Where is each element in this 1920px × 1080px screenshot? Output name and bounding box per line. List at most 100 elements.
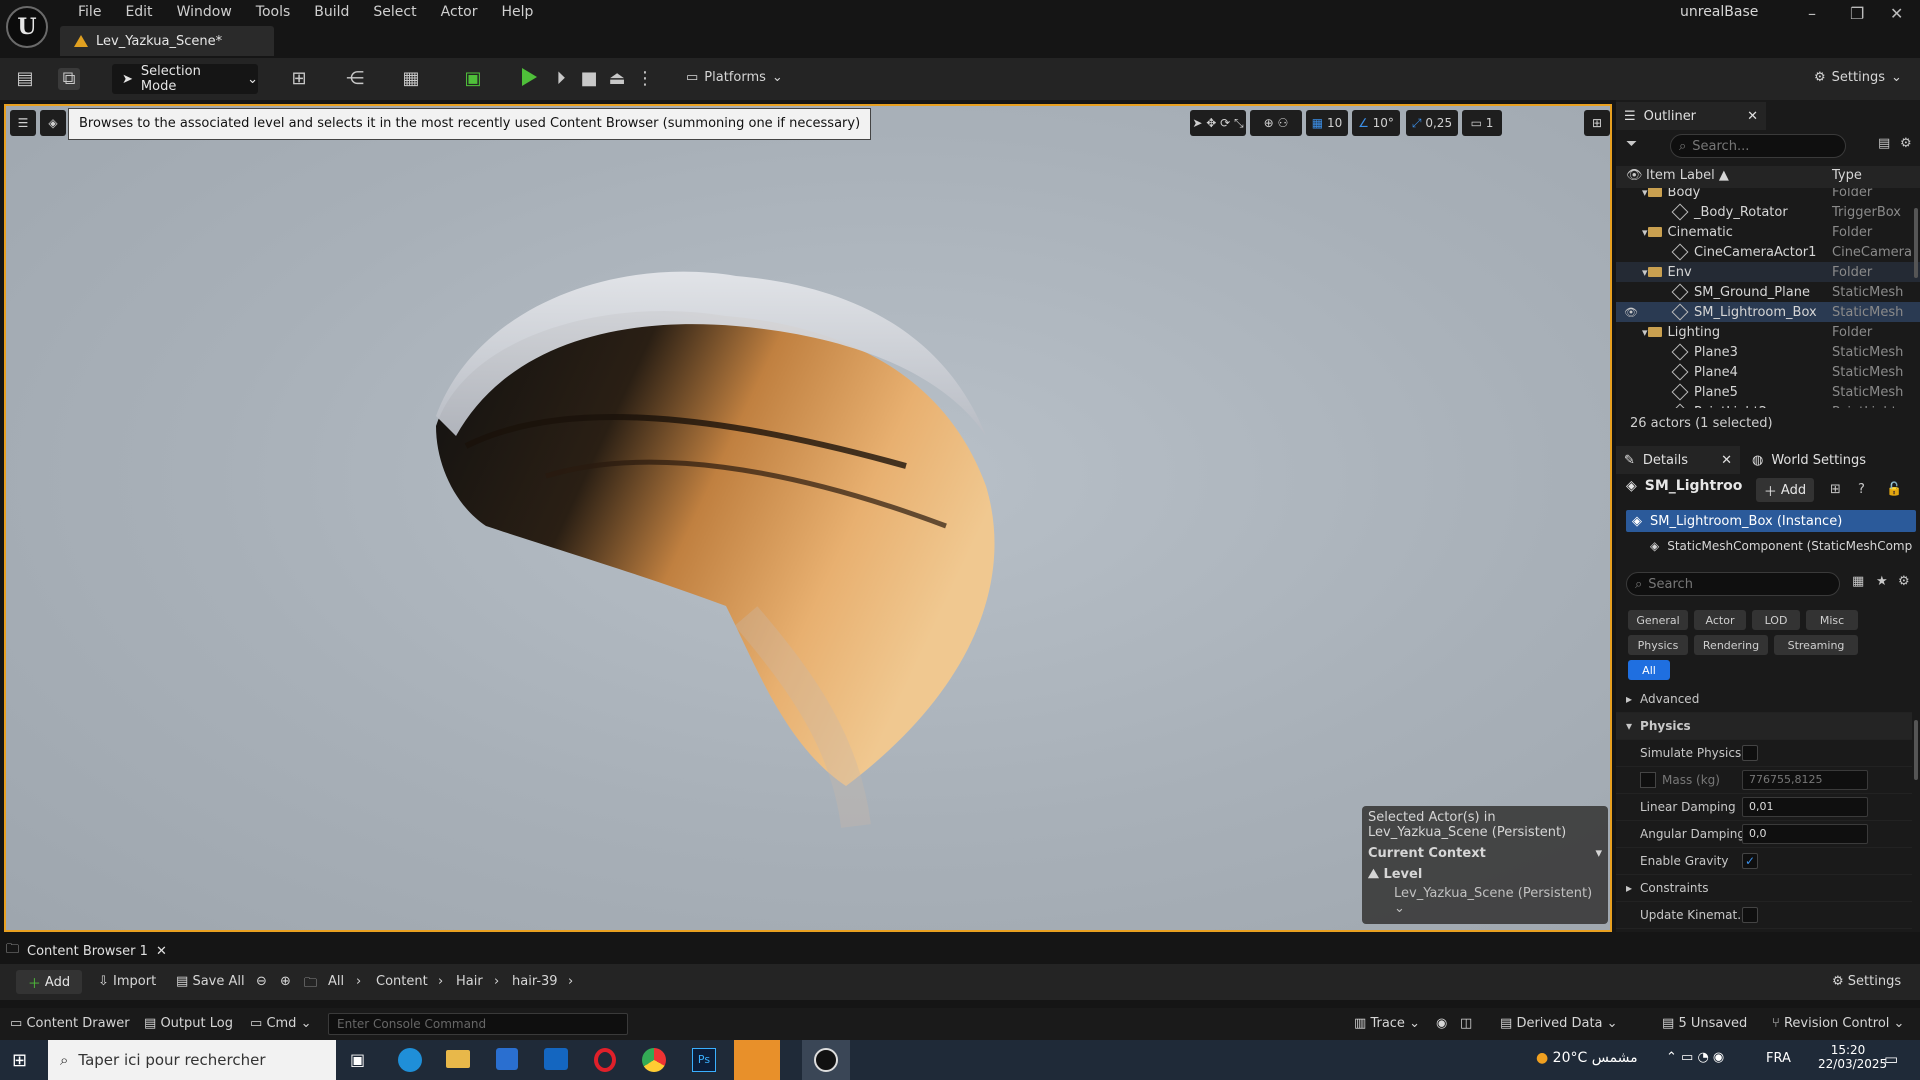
breadcrumb-all[interactable]: All xyxy=(328,974,344,989)
breadcrumb-hair[interactable]: Hair xyxy=(456,974,483,989)
table-view-icon[interactable]: ▦ xyxy=(1852,574,1864,589)
outliner-row[interactable]: SM_Ground_Plane StaticMesh xyxy=(1616,282,1920,302)
outliner-row[interactable]: ▾ Lighting Folder xyxy=(1616,322,1920,342)
menu-build[interactable]: Build xyxy=(302,2,361,22)
step-icon[interactable]: ⏵ xyxy=(550,68,572,90)
save-icon[interactable]: ▤ xyxy=(14,68,36,90)
menu-actor[interactable]: Actor xyxy=(429,2,490,22)
mass-override-checkbox[interactable] xyxy=(1640,772,1656,788)
settings-dropdown[interactable]: ⚙ Settings ⌄ xyxy=(1814,70,1902,85)
gear-icon[interactable]: ⚙ xyxy=(1898,574,1910,589)
outliner-row[interactable]: PointLight2 PointLight xyxy=(1616,402,1920,408)
filter-icon[interactable]: ⏷ xyxy=(1626,136,1637,152)
store-icon[interactable] xyxy=(496,1048,518,1070)
details-tab[interactable]: ✎ Details ✕ xyxy=(1616,446,1740,474)
more-options-icon[interactable]: ⋮ xyxy=(634,68,656,90)
unreal-logo-icon[interactable]: U xyxy=(6,6,48,48)
unsaved-button[interactable]: ▤ 5 Unsaved xyxy=(1662,1016,1747,1031)
filter-streaming[interactable]: Streaming xyxy=(1774,635,1858,655)
outliner-row[interactable]: CineCameraActor1 CineCamera xyxy=(1616,242,1920,262)
tray-icons[interactable]: ⌃ ▭ ◔ ◉ xyxy=(1666,1050,1724,1065)
level-tab[interactable]: Lev_Yazkua_Scene* xyxy=(60,26,274,56)
add-component-button[interactable]: ＋ Add xyxy=(1756,478,1814,502)
blueprint-convert-icon[interactable]: ⊞ xyxy=(1830,482,1841,497)
chrome-icon[interactable] xyxy=(642,1048,666,1072)
filter-misc[interactable]: Misc xyxy=(1806,610,1858,630)
photoshop-icon[interactable]: Ps xyxy=(692,1048,716,1072)
add-actor-icon[interactable]: ⊞ xyxy=(288,68,310,90)
component-instance-row[interactable]: ◈ SM_Lightroom_Box (Instance) xyxy=(1626,510,1916,532)
task-view-icon[interactable]: ▣ xyxy=(350,1050,365,1069)
outliner-row[interactable]: Plane3 StaticMesh xyxy=(1616,342,1920,362)
actor-name[interactable]: SM_Lightroo xyxy=(1645,478,1743,494)
windows-start-icon[interactable]: ⊞ xyxy=(12,1050,27,1071)
outliner-scrollbar[interactable] xyxy=(1914,208,1918,278)
revision-control-dropdown[interactable]: ⑂ Revision Control ⌄ xyxy=(1772,1016,1904,1031)
close-icon[interactable]: ✕ xyxy=(156,944,167,959)
scale-snap-button[interactable]: ⤢ 0,25 xyxy=(1406,110,1458,136)
trace-dropdown[interactable]: ▥ Trace ⌄ xyxy=(1354,1016,1420,1031)
current-context-header[interactable]: Current Context ▾ xyxy=(1368,846,1602,861)
expand-icon[interactable]: ▾ xyxy=(1642,188,1648,199)
grid-snap-button[interactable]: ▦ 10 xyxy=(1306,110,1348,136)
outliner-row[interactable]: 👁 SM_Lightroom_Box StaticMesh xyxy=(1616,302,1920,322)
opera-icon[interactable] xyxy=(594,1048,616,1072)
minimize-icon[interactable]: – xyxy=(1808,4,1816,23)
cmd-dropdown[interactable]: ▭ Cmd ⌄ xyxy=(250,1016,311,1031)
filter-actor[interactable]: Actor xyxy=(1694,610,1746,630)
viewport-layout-icon[interactable]: ⊞ xyxy=(1584,110,1610,136)
forward-icon[interactable]: ⊕ xyxy=(280,974,291,989)
content-browser-tab[interactable]: 🗀 Content Browser 1 ✕ xyxy=(6,940,167,962)
angular-damping-input[interactable]: 0,0 xyxy=(1742,824,1868,844)
column-type[interactable]: Type xyxy=(1832,168,1862,183)
level-viewport[interactable]: ☰ ◈ Browses to the associated level and … xyxy=(4,104,1612,932)
file-explorer-icon[interactable] xyxy=(446,1050,470,1068)
menu-edit[interactable]: Edit xyxy=(113,2,164,22)
folder-icon[interactable]: 🗀 xyxy=(304,974,317,996)
play-icon[interactable] xyxy=(522,68,537,86)
edge-icon[interactable] xyxy=(398,1048,422,1072)
world-settings-tab[interactable]: ◍ World Settings xyxy=(1744,446,1920,474)
outliner-row[interactable]: ▾ Body Folder xyxy=(1616,188,1920,202)
output-log-button[interactable]: ▤ Output Log xyxy=(144,1016,233,1031)
selection-mode-dropdown[interactable]: ➤ Selection Mode ⌄ xyxy=(112,64,258,94)
camera-speed-button[interactable]: ▭ 1 xyxy=(1462,110,1502,136)
filter-all[interactable]: All xyxy=(1628,660,1670,680)
menu-select[interactable]: Select xyxy=(361,2,428,22)
outliner-search-input[interactable]: ⌕ Search... xyxy=(1670,134,1846,158)
menu-file[interactable]: File xyxy=(66,2,113,22)
screenshot-icon[interactable]: ◫ xyxy=(1460,1016,1472,1031)
maya-icon[interactable] xyxy=(734,1040,780,1080)
outliner-row[interactable]: ▾ Env Folder xyxy=(1616,262,1920,282)
level-selector[interactable]: Lev_Yazkua_Scene (Persistent) ⌄ xyxy=(1368,886,1602,916)
import-button[interactable]: ⇩ Import xyxy=(98,974,156,989)
advanced-section[interactable]: ▸ Advanced xyxy=(1616,686,1912,713)
browse-level-icon[interactable]: ⧉ xyxy=(58,68,80,90)
restore-icon[interactable]: ❐ xyxy=(1850,4,1864,23)
clock[interactable]: 15:20 22/03/2025 xyxy=(1818,1043,1887,1071)
physics-section[interactable]: ▾ Physics xyxy=(1616,713,1912,740)
eject-icon[interactable]: ⏏ xyxy=(606,68,628,90)
expand-icon[interactable]: ▾ xyxy=(1642,326,1648,339)
menu-window[interactable]: Window xyxy=(165,2,244,22)
blueprint-icon[interactable]: ⋲ xyxy=(344,68,366,90)
help-icon[interactable]: ? xyxy=(1858,482,1865,497)
expand-icon[interactable]: ▾ xyxy=(1642,266,1648,279)
menu-tools[interactable]: Tools xyxy=(244,2,303,22)
linear-damping-input[interactable]: 0,01 xyxy=(1742,797,1868,817)
save-all-button[interactable]: ▤ Save All xyxy=(176,974,245,989)
record-icon[interactable]: ◉ xyxy=(1436,1016,1447,1031)
outliner-row[interactable]: ▾ Cinematic Folder xyxy=(1616,222,1920,242)
breadcrumb-hair-39[interactable]: hair-39 xyxy=(512,974,558,989)
column-item-label[interactable]: Item Label ▲ xyxy=(1646,168,1729,183)
unreal-taskbar-icon[interactable] xyxy=(802,1040,850,1080)
coordinate-space-icon[interactable]: ⊕ ⚇ xyxy=(1250,110,1302,136)
outlook-icon[interactable] xyxy=(544,1048,568,1070)
perspective-icon[interactable]: ◈ xyxy=(40,110,66,136)
lock-icon[interactable]: 🔓 xyxy=(1886,482,1902,497)
expand-icon[interactable]: ▾ xyxy=(1642,226,1648,239)
platforms-dropdown[interactable]: ▭ Platforms ⌄ xyxy=(686,70,783,85)
eye-icon[interactable]: 👁 xyxy=(1626,168,1643,183)
close-icon[interactable]: ✕ xyxy=(1721,453,1732,468)
modes-icon[interactable]: ▣ xyxy=(462,68,484,90)
